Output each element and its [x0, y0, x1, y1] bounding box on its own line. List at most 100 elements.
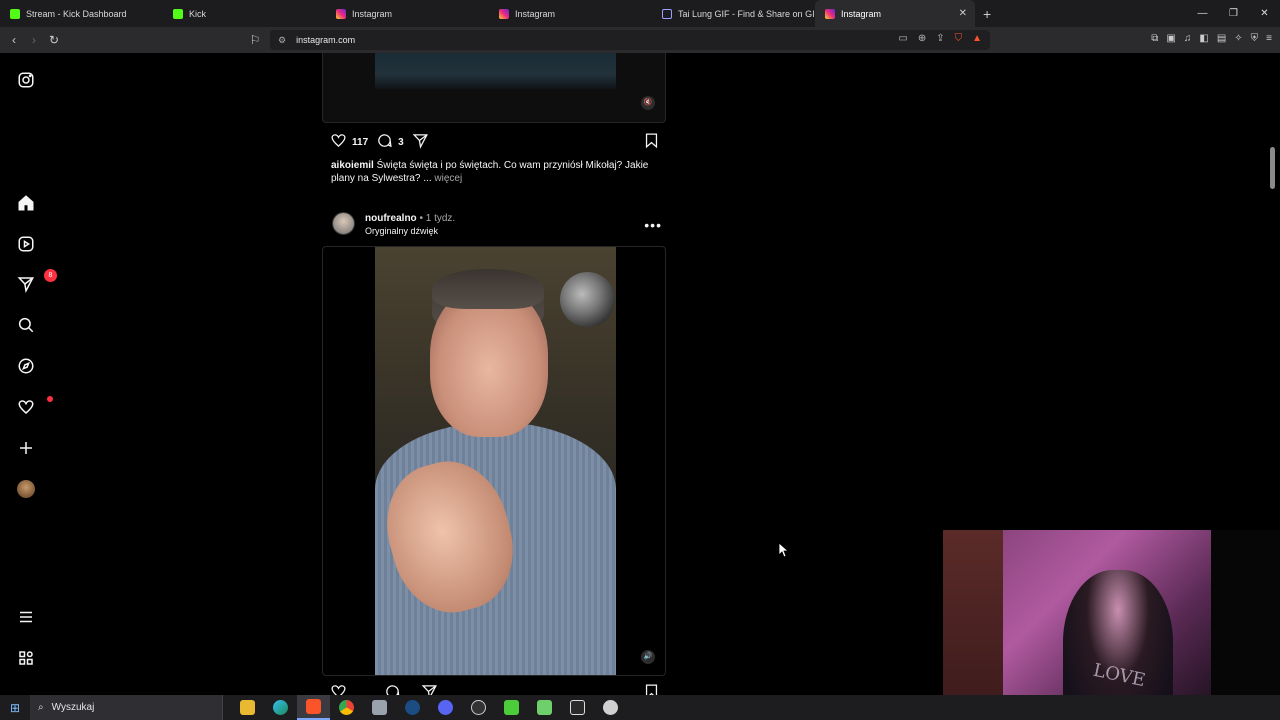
shield-app-icon[interactable]	[594, 695, 627, 720]
mute-icon[interactable]: 🔊	[641, 650, 655, 664]
window-controls: — ❐ ✕	[1187, 0, 1280, 27]
edge-icon[interactable]	[264, 695, 297, 720]
home-icon[interactable]	[17, 194, 35, 212]
post-video[interactable]: 🔊	[322, 246, 666, 676]
brave-icon[interactable]	[297, 695, 330, 720]
caption-text: Święta święta i po świętach. Co wam przy…	[331, 160, 649, 184]
save-icon[interactable]	[643, 683, 660, 695]
video-frame	[375, 53, 616, 89]
menu-icon[interactable]: ≡	[1266, 33, 1272, 44]
bookmark-icon[interactable]: ⚐	[245, 33, 265, 47]
person-face	[430, 287, 548, 437]
like-icon[interactable]	[330, 132, 347, 152]
messages-icon[interactable]: 8	[17, 269, 57, 294]
reels-icon[interactable]	[17, 235, 35, 253]
taskbar-apps	[231, 695, 627, 720]
url-text: instagram.com	[296, 35, 356, 45]
close-tab-button[interactable]: ✕	[959, 8, 967, 19]
app-icon[interactable]	[363, 695, 396, 720]
site-settings-icon[interactable]: ⚙	[278, 35, 286, 46]
instagram-logo-icon[interactable]	[17, 71, 35, 89]
tab-giphy[interactable]: Tai Lung GIF - Find & Share on GIPHY	[652, 0, 815, 27]
like-count: 117	[352, 136, 369, 148]
tab-instagram-active[interactable]: Instagram ✕	[815, 0, 975, 27]
obs-icon[interactable]	[462, 695, 495, 720]
taskbar-search[interactable]: ⌕ Wyszukaj	[30, 695, 223, 720]
wallet-icon[interactable]: ▤	[1217, 33, 1226, 44]
more-options-button[interactable]: •••	[644, 217, 662, 233]
minimize-button[interactable]: —	[1187, 0, 1218, 27]
tab-label: Tai Lung GIF - Find & Share on GIPHY	[678, 8, 815, 19]
search-icon[interactable]	[17, 316, 35, 334]
threads-apps-icon[interactable]	[17, 649, 35, 667]
more-menu-icon[interactable]	[17, 608, 35, 626]
back-icon[interactable]: ‹	[4, 33, 24, 47]
tab-label: Kick	[189, 8, 207, 19]
epic-games-icon[interactable]	[561, 695, 594, 720]
heart-icon[interactable]	[17, 396, 53, 416]
restore-button[interactable]: ❐	[1218, 0, 1249, 27]
caption-username[interactable]: aikoiemil	[331, 160, 374, 171]
caption-more-link[interactable]: więcej	[432, 173, 462, 184]
scrollbar-thumb[interactable]	[1270, 147, 1275, 189]
post-video-previous[interactable]: 🔇	[322, 53, 666, 123]
mouse-cursor-icon	[779, 543, 789, 557]
steam-icon[interactable]	[396, 695, 429, 720]
game-icon[interactable]	[528, 695, 561, 720]
file-explorer-icon[interactable]	[231, 695, 264, 720]
save-icon[interactable]	[643, 132, 660, 152]
forward-icon[interactable]: ›	[24, 33, 44, 47]
media-icon[interactable]: ♫	[1184, 33, 1192, 44]
lamp-image	[560, 272, 615, 327]
cast-icon[interactable]: ▭	[898, 33, 907, 44]
chrome-icon[interactable]	[330, 695, 363, 720]
instagram-sidebar: 8	[0, 53, 57, 695]
avatar[interactable]	[332, 212, 355, 235]
instagram-icon	[825, 8, 835, 19]
explore-icon[interactable]	[17, 357, 35, 375]
sidebar-toggle-icon[interactable]: ◧	[1199, 33, 1208, 44]
create-icon[interactable]	[17, 439, 35, 457]
person-hair-top	[432, 269, 544, 309]
post-actions: 117 3	[330, 133, 660, 151]
address-bar[interactable]: ⚙ instagram.com ▭ ⊕ ⇪ ⛉ ▲	[270, 30, 990, 50]
post-username-line: noufrealno • 1 tydz.	[365, 213, 455, 224]
webcam-overlay: LOVE	[943, 530, 1211, 720]
tab-label: Stream - Kick Dashboard	[26, 8, 127, 19]
zoom-icon[interactable]: ⊕	[918, 33, 926, 44]
share-icon[interactable]	[412, 132, 429, 152]
search-icon: ⌕	[38, 702, 44, 713]
close-window-button[interactable]: ✕	[1249, 0, 1280, 27]
browser-extensions: ⧉ ▣ ♫ ◧ ▤ ✧ ⛨ ≡	[1151, 33, 1272, 44]
tab-instagram-2[interactable]: Instagram	[489, 0, 652, 27]
vpn-icon[interactable]: ⛨	[1251, 33, 1259, 44]
tab-instagram-1[interactable]: Instagram	[326, 0, 489, 27]
instagram-icon	[336, 8, 346, 19]
post-time: • 1 tydz.	[416, 213, 456, 224]
video-frame	[375, 247, 616, 675]
brave-shield-icon[interactable]: ⛉	[955, 33, 963, 44]
leo-ai-icon[interactable]: ✧	[1234, 33, 1242, 44]
tab-label: Instagram	[515, 8, 556, 19]
comment-icon[interactable]	[384, 683, 401, 695]
brave-rewards-icon[interactable]: ▲	[972, 33, 982, 44]
mute-icon[interactable]: 🔇	[641, 96, 655, 110]
reload-icon[interactable]: ↻	[44, 33, 64, 47]
tab-kick-dashboard[interactable]: Stream - Kick Dashboard	[0, 0, 163, 27]
comment-icon[interactable]	[376, 132, 393, 152]
post-username[interactable]: noufrealno	[365, 213, 417, 224]
post-header: noufrealno • 1 tydz. Oryginalny dźwięk •…	[332, 211, 662, 237]
share-icon[interactable]	[421, 683, 438, 695]
share-icon[interactable]: ⇪	[936, 33, 944, 44]
media-player-icon[interactable]	[495, 695, 528, 720]
new-tab-button[interactable]: +	[983, 6, 991, 22]
extensions-icon[interactable]: ⧉	[1151, 33, 1158, 44]
document-icon	[662, 8, 672, 19]
discord-icon[interactable]	[429, 695, 462, 720]
tab-kick[interactable]: Kick	[163, 0, 326, 27]
windows-start-icon[interactable]: ⊞	[0, 701, 30, 715]
profile-avatar[interactable]	[17, 480, 35, 498]
audio-link[interactable]: Oryginalny dźwięk	[365, 226, 438, 236]
like-icon[interactable]	[330, 683, 347, 695]
screenshot-icon[interactable]: ▣	[1166, 33, 1175, 44]
